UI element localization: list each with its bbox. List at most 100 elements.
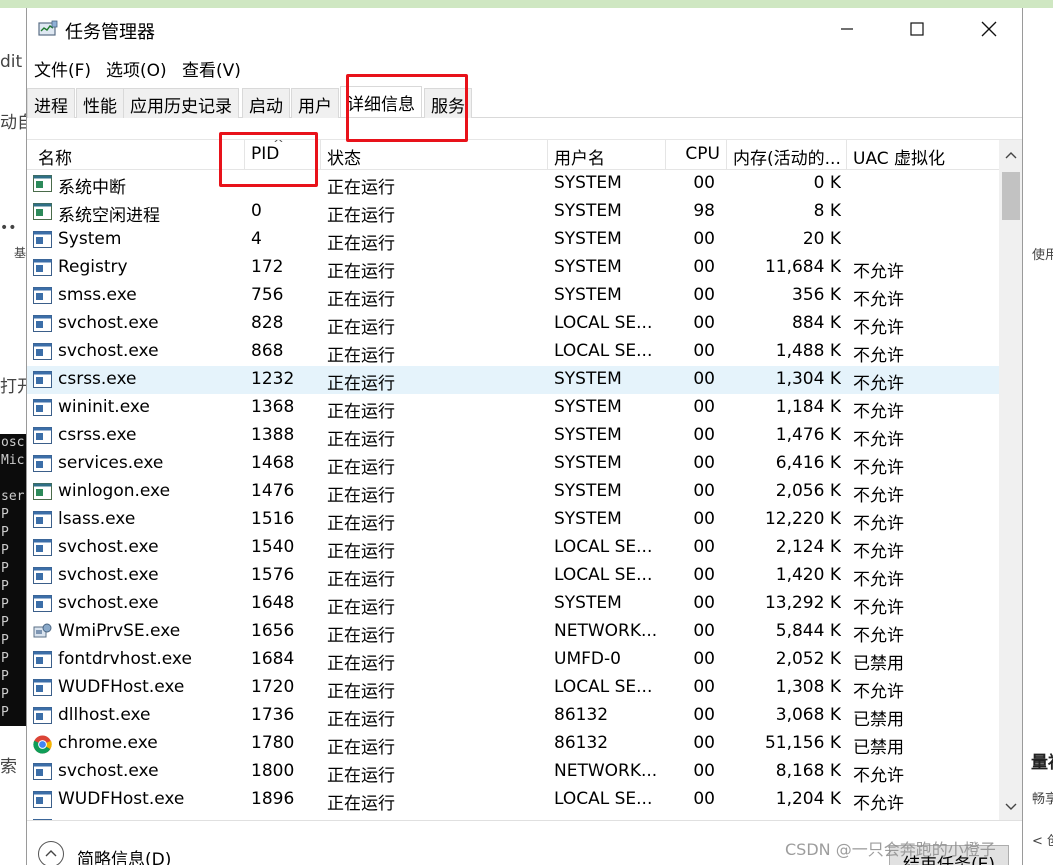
process-memory: 1,204 K <box>775 789 841 809</box>
process-user: SYSTEM <box>554 257 622 277</box>
process-pid: 868 <box>251 341 284 361</box>
process-icon <box>33 287 52 304</box>
process-memory: 1,304 K <box>775 369 841 389</box>
process-status: 正在运行 <box>327 682 395 702</box>
tab-users[interactable]: 用户 <box>291 88 339 118</box>
scroll-thumb[interactable] <box>1002 172 1020 220</box>
process-icon <box>33 539 52 556</box>
table-row[interactable]: svchost.exe 868 正在运行 LOCAL SE... 00 1,488 K 不允… <box>27 338 999 366</box>
title-bar[interactable]: 任务管理器 <box>27 8 1022 50</box>
process-status: 正在运行 <box>327 178 395 198</box>
process-memory: 0 K <box>813 173 841 193</box>
table-row[interactable]: svchost.exe 828 正在运行 LOCAL SE... 00 884 K 不允许 <box>27 310 999 338</box>
table-row[interactable]: svchost.exe 1648 正在运行 SYSTEM 00 13,292 K 不允许 <box>27 590 999 618</box>
close-icon <box>981 21 997 37</box>
table-row[interactable]: WmiPrvSE.exe 1656 正在运行 NETWORK... 00 5,844 K 不… <box>27 618 999 646</box>
process-icon <box>33 679 52 696</box>
process-uac: 不允许 <box>853 318 904 338</box>
process-name: wininit.exe <box>58 397 150 417</box>
process-user: LOCAL SE... <box>554 313 653 333</box>
table-row[interactable]: 系统空闲进程 0 正在运行 SYSTEM 98 8 K <box>27 198 999 226</box>
process-status: 正在运行 <box>327 794 395 814</box>
table-row[interactable]: svchost.exe 1800 正在运行 NETWORK... 00 8,168 K 不允… <box>27 758 999 786</box>
table-row[interactable]: lsass.exe 1516 正在运行 SYSTEM 00 12,220 K 不允许 <box>27 506 999 534</box>
table-row[interactable]: chrome.exe 1780 正在运行 86132 00 51,156 K 已禁用 <box>27 730 999 758</box>
maximize-button[interactable] <box>882 8 952 50</box>
process-status: 正在运行 <box>327 290 395 310</box>
column-memory[interactable]: 内存(活动的... <box>727 140 847 170</box>
process-memory: 8 K <box>813 201 841 221</box>
process-status: 正在运行 <box>327 626 395 646</box>
process-pid: 1648 <box>251 593 295 613</box>
menu-file[interactable]: 文件(F) <box>31 54 94 83</box>
bg-text: ser <box>1 489 25 504</box>
column-cpu[interactable]: CPU <box>666 140 727 170</box>
close-button[interactable] <box>954 8 1022 50</box>
column-uac[interactable]: UAC 虚拟化 <box>847 140 999 170</box>
process-status: 正在运行 <box>327 234 395 254</box>
process-cpu: 00 <box>693 649 715 669</box>
table-row[interactable]: smss.exe 756 正在运行 SYSTEM 00 356 K 不允许 <box>27 282 999 310</box>
background-left-fragment: dit 动自 •• 基 打开 osc Mic ser P P P P P P P… <box>0 8 26 865</box>
process-memory: 3,068 K <box>775 705 841 725</box>
process-status: 正在运行 <box>327 598 395 618</box>
scroll-down-button[interactable] <box>999 796 1022 818</box>
bg-text: 动自 <box>0 113 26 133</box>
table-row[interactable]: wininit.exe 1368 正在运行 SYSTEM 00 1,184 K 不允许 <box>27 394 999 422</box>
process-uac: 不允许 <box>853 682 904 702</box>
table-header: 名称 PID ^ 状态 用户名 CPU 内存(活动的... UAC 虚拟化 <box>27 140 999 170</box>
table-row[interactable]: csrss.exe 1388 正在运行 SYSTEM 00 1,476 K 不允许 <box>27 422 999 450</box>
background-window-strip <box>0 0 1053 8</box>
minimize-button[interactable] <box>812 8 882 50</box>
column-username[interactable]: 用户名 <box>548 140 666 170</box>
process-cpu: 00 <box>693 705 715 725</box>
table-row[interactable]: svchost.exe 1576 正在运行 LOCAL SE... 00 1,420 K 不… <box>27 562 999 590</box>
bg-text: P <box>1 525 9 540</box>
menu-options[interactable]: 选项(O) <box>103 54 170 83</box>
table-row[interactable]: WUDFHost.exe 1720 正在运行 LOCAL SE... 00 1,308 K… <box>27 674 999 702</box>
process-user: 86132 <box>554 705 609 725</box>
system-process-icon <box>33 175 52 192</box>
table-row[interactable]: dllhost.exe 1736 正在运行 86132 00 3,068 K 已禁用 <box>27 702 999 730</box>
process-cpu: 00 <box>693 481 715 501</box>
table-row[interactable]: 系统中断 正在运行 SYSTEM 00 0 K <box>27 170 999 198</box>
process-uac: 不允许 <box>853 346 904 366</box>
process-status: 正在运行 <box>327 486 395 506</box>
table-row[interactable]: fontdrvhost.exe 1684 正在运行 UMFD-0 00 2,052 K 已禁… <box>27 646 999 674</box>
process-pid: 172 <box>251 257 284 277</box>
process-memory: 8,168 K <box>775 761 841 781</box>
process-status: 正在运行 <box>327 262 395 282</box>
table-row[interactable]: System 4 正在运行 SYSTEM 00 20 K <box>27 226 999 254</box>
table-row[interactable]: Registry 172 正在运行 SYSTEM 00 11,684 K 不允许 <box>27 254 999 282</box>
table-row[interactable]: WUDFHost.exe 1896 正在运行 LOCAL SE... 00 1,204 K… <box>27 786 999 814</box>
process-user: SYSTEM <box>554 397 622 417</box>
menu-view[interactable]: 查看(V) <box>179 54 244 83</box>
column-name[interactable]: 名称 <box>27 140 245 170</box>
vertical-scrollbar[interactable] <box>999 140 1022 820</box>
table-row[interactable]: services.exe 1468 正在运行 SYSTEM 00 6,416 K 不允许 <box>27 450 999 478</box>
column-status[interactable]: 状态 <box>321 140 548 170</box>
process-icon <box>33 455 52 472</box>
bg-text: osc <box>1 435 25 450</box>
process-pid: 1476 <box>251 481 295 501</box>
table-row[interactable]: csrss.exe 1232 正在运行 SYSTEM 00 1,304 K 不允许 <box>27 366 999 394</box>
tab-app-history[interactable]: 应用历史记录 <box>123 88 239 118</box>
tab-processes[interactable]: 进程 <box>27 88 75 118</box>
tab-performance[interactable]: 性能 <box>76 88 124 118</box>
scroll-up-button[interactable] <box>999 144 1022 166</box>
collapse-details-icon[interactable] <box>38 841 64 865</box>
bg-text: P <box>1 651 9 666</box>
process-memory: 1,420 K <box>775 565 841 585</box>
process-memory: 1,476 K <box>775 425 841 445</box>
tab-startup[interactable]: 启动 <box>242 88 290 118</box>
process-name: fontdrvhost.exe <box>58 649 192 669</box>
process-uac: 不允许 <box>853 794 904 814</box>
background-terminal: osc Mic ser P P P P P P P P P P P P <box>0 434 26 726</box>
table-row[interactable]: winlogon.exe 1476 正在运行 SYSTEM 00 2,056 K 不允许 <box>27 478 999 506</box>
process-name: 系统空闲进程 <box>58 206 160 226</box>
table-row[interactable]: svchost.exe 1540 正在运行 LOCAL SE... 00 2,124 K 不… <box>27 534 999 562</box>
process-name: smss.exe <box>58 285 137 305</box>
process-icon <box>33 651 52 668</box>
process-icon <box>33 763 52 780</box>
fewer-details-link[interactable]: 简略信息(D) <box>77 845 171 865</box>
